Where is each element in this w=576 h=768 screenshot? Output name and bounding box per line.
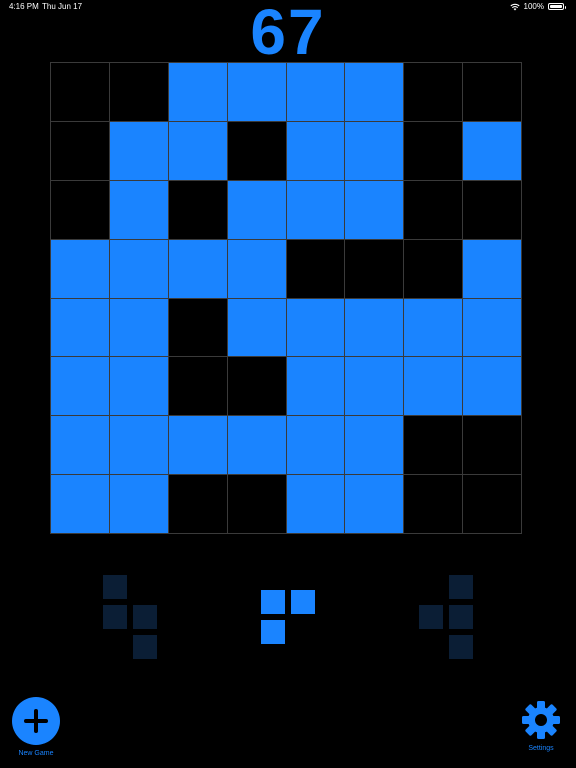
board-cell-filled[interactable] — [463, 239, 521, 298]
board-cell-empty[interactable] — [404, 121, 463, 180]
board-cell-filled[interactable] — [345, 475, 404, 533]
board-cell-filled[interactable] — [227, 63, 286, 121]
piece-block — [449, 605, 473, 629]
board-cell-filled[interactable] — [345, 357, 404, 416]
board-cell-empty[interactable] — [51, 180, 109, 239]
board-cell-filled[interactable] — [286, 475, 345, 533]
new-game-button[interactable]: New Game — [10, 697, 62, 763]
piece-block[interactable] — [291, 590, 315, 614]
board-cell-filled[interactable] — [51, 475, 109, 533]
board-cell-filled[interactable] — [345, 298, 404, 357]
board-cell-empty[interactable] — [227, 357, 286, 416]
board-cell-filled[interactable] — [109, 180, 168, 239]
board-cell-empty[interactable] — [404, 239, 463, 298]
board-cell-filled[interactable] — [286, 63, 345, 121]
new-game-label: New Game — [18, 750, 54, 757]
board-cell-filled[interactable] — [109, 416, 168, 475]
settings-label: Settings — [528, 745, 554, 752]
piece-block — [103, 575, 127, 599]
board-cell-filled[interactable] — [227, 416, 286, 475]
board-cell-filled[interactable] — [345, 121, 404, 180]
piece-block — [449, 575, 473, 599]
board-cell-empty[interactable] — [168, 475, 227, 533]
board-cell-empty[interactable] — [286, 239, 345, 298]
board-cell-empty[interactable] — [168, 357, 227, 416]
board-cell-filled[interactable] — [168, 416, 227, 475]
game-board[interactable] — [50, 62, 522, 534]
board-cell-filled[interactable] — [286, 121, 345, 180]
board-cell-filled[interactable] — [463, 121, 521, 180]
board-cell-filled[interactable] — [286, 416, 345, 475]
board-cell-empty[interactable] — [51, 121, 109, 180]
board-cell-filled[interactable] — [51, 416, 109, 475]
piece-block — [103, 605, 127, 629]
board-cell-filled[interactable] — [286, 298, 345, 357]
board-cell-empty[interactable] — [227, 121, 286, 180]
plus-circle-icon — [12, 697, 60, 745]
piece-block — [419, 605, 443, 629]
board-cell-filled[interactable] — [51, 239, 109, 298]
board-cell-filled[interactable] — [168, 121, 227, 180]
board-cell-filled[interactable] — [109, 298, 168, 357]
board-cell-filled[interactable] — [109, 121, 168, 180]
board-cell-filled[interactable] — [227, 298, 286, 357]
piece-block[interactable] — [261, 590, 285, 614]
piece-block — [449, 635, 473, 659]
board-cell-empty[interactable] — [463, 416, 521, 475]
board-cell-filled[interactable] — [286, 180, 345, 239]
board-cell-empty[interactable] — [404, 416, 463, 475]
piece-block — [133, 635, 157, 659]
board-cell-empty[interactable] — [463, 63, 521, 121]
board-cell-filled[interactable] — [109, 475, 168, 533]
board-cell-empty[interactable] — [404, 180, 463, 239]
board-cell-filled[interactable] — [51, 357, 109, 416]
gear-icon — [522, 701, 560, 739]
board-cell-empty[interactable] — [51, 63, 109, 121]
board-cell-filled[interactable] — [463, 357, 521, 416]
piece-block[interactable] — [261, 620, 285, 644]
board-cell-filled[interactable] — [109, 357, 168, 416]
board-cell-empty[interactable] — [404, 475, 463, 533]
board-cell-empty[interactable] — [168, 298, 227, 357]
settings-button[interactable]: Settings — [514, 700, 568, 764]
board-cell-filled[interactable] — [345, 416, 404, 475]
board-cell-filled[interactable] — [109, 239, 168, 298]
board-cell-empty[interactable] — [404, 63, 463, 121]
board-cell-empty[interactable] — [168, 180, 227, 239]
board-cell-filled[interactable] — [227, 180, 286, 239]
board-cell-empty[interactable] — [345, 239, 404, 298]
board-cell-filled[interactable] — [51, 298, 109, 357]
board-cell-filled[interactable] — [345, 63, 404, 121]
board-cell-filled[interactable] — [404, 298, 463, 357]
board-cell-filled[interactable] — [168, 63, 227, 121]
board-cell-empty[interactable] — [463, 475, 521, 533]
board-cell-empty[interactable] — [227, 475, 286, 533]
board-cell-empty[interactable] — [463, 180, 521, 239]
board-cell-filled[interactable] — [286, 357, 345, 416]
piece-block — [133, 605, 157, 629]
board-cell-filled[interactable] — [227, 239, 286, 298]
board-cell-filled[interactable] — [463, 298, 521, 357]
board-cell-filled[interactable] — [168, 239, 227, 298]
board-cell-filled[interactable] — [404, 357, 463, 416]
score-display: 67 — [250, 0, 326, 68]
board-cell-filled[interactable] — [345, 180, 404, 239]
board-cell-empty[interactable] — [109, 63, 168, 121]
